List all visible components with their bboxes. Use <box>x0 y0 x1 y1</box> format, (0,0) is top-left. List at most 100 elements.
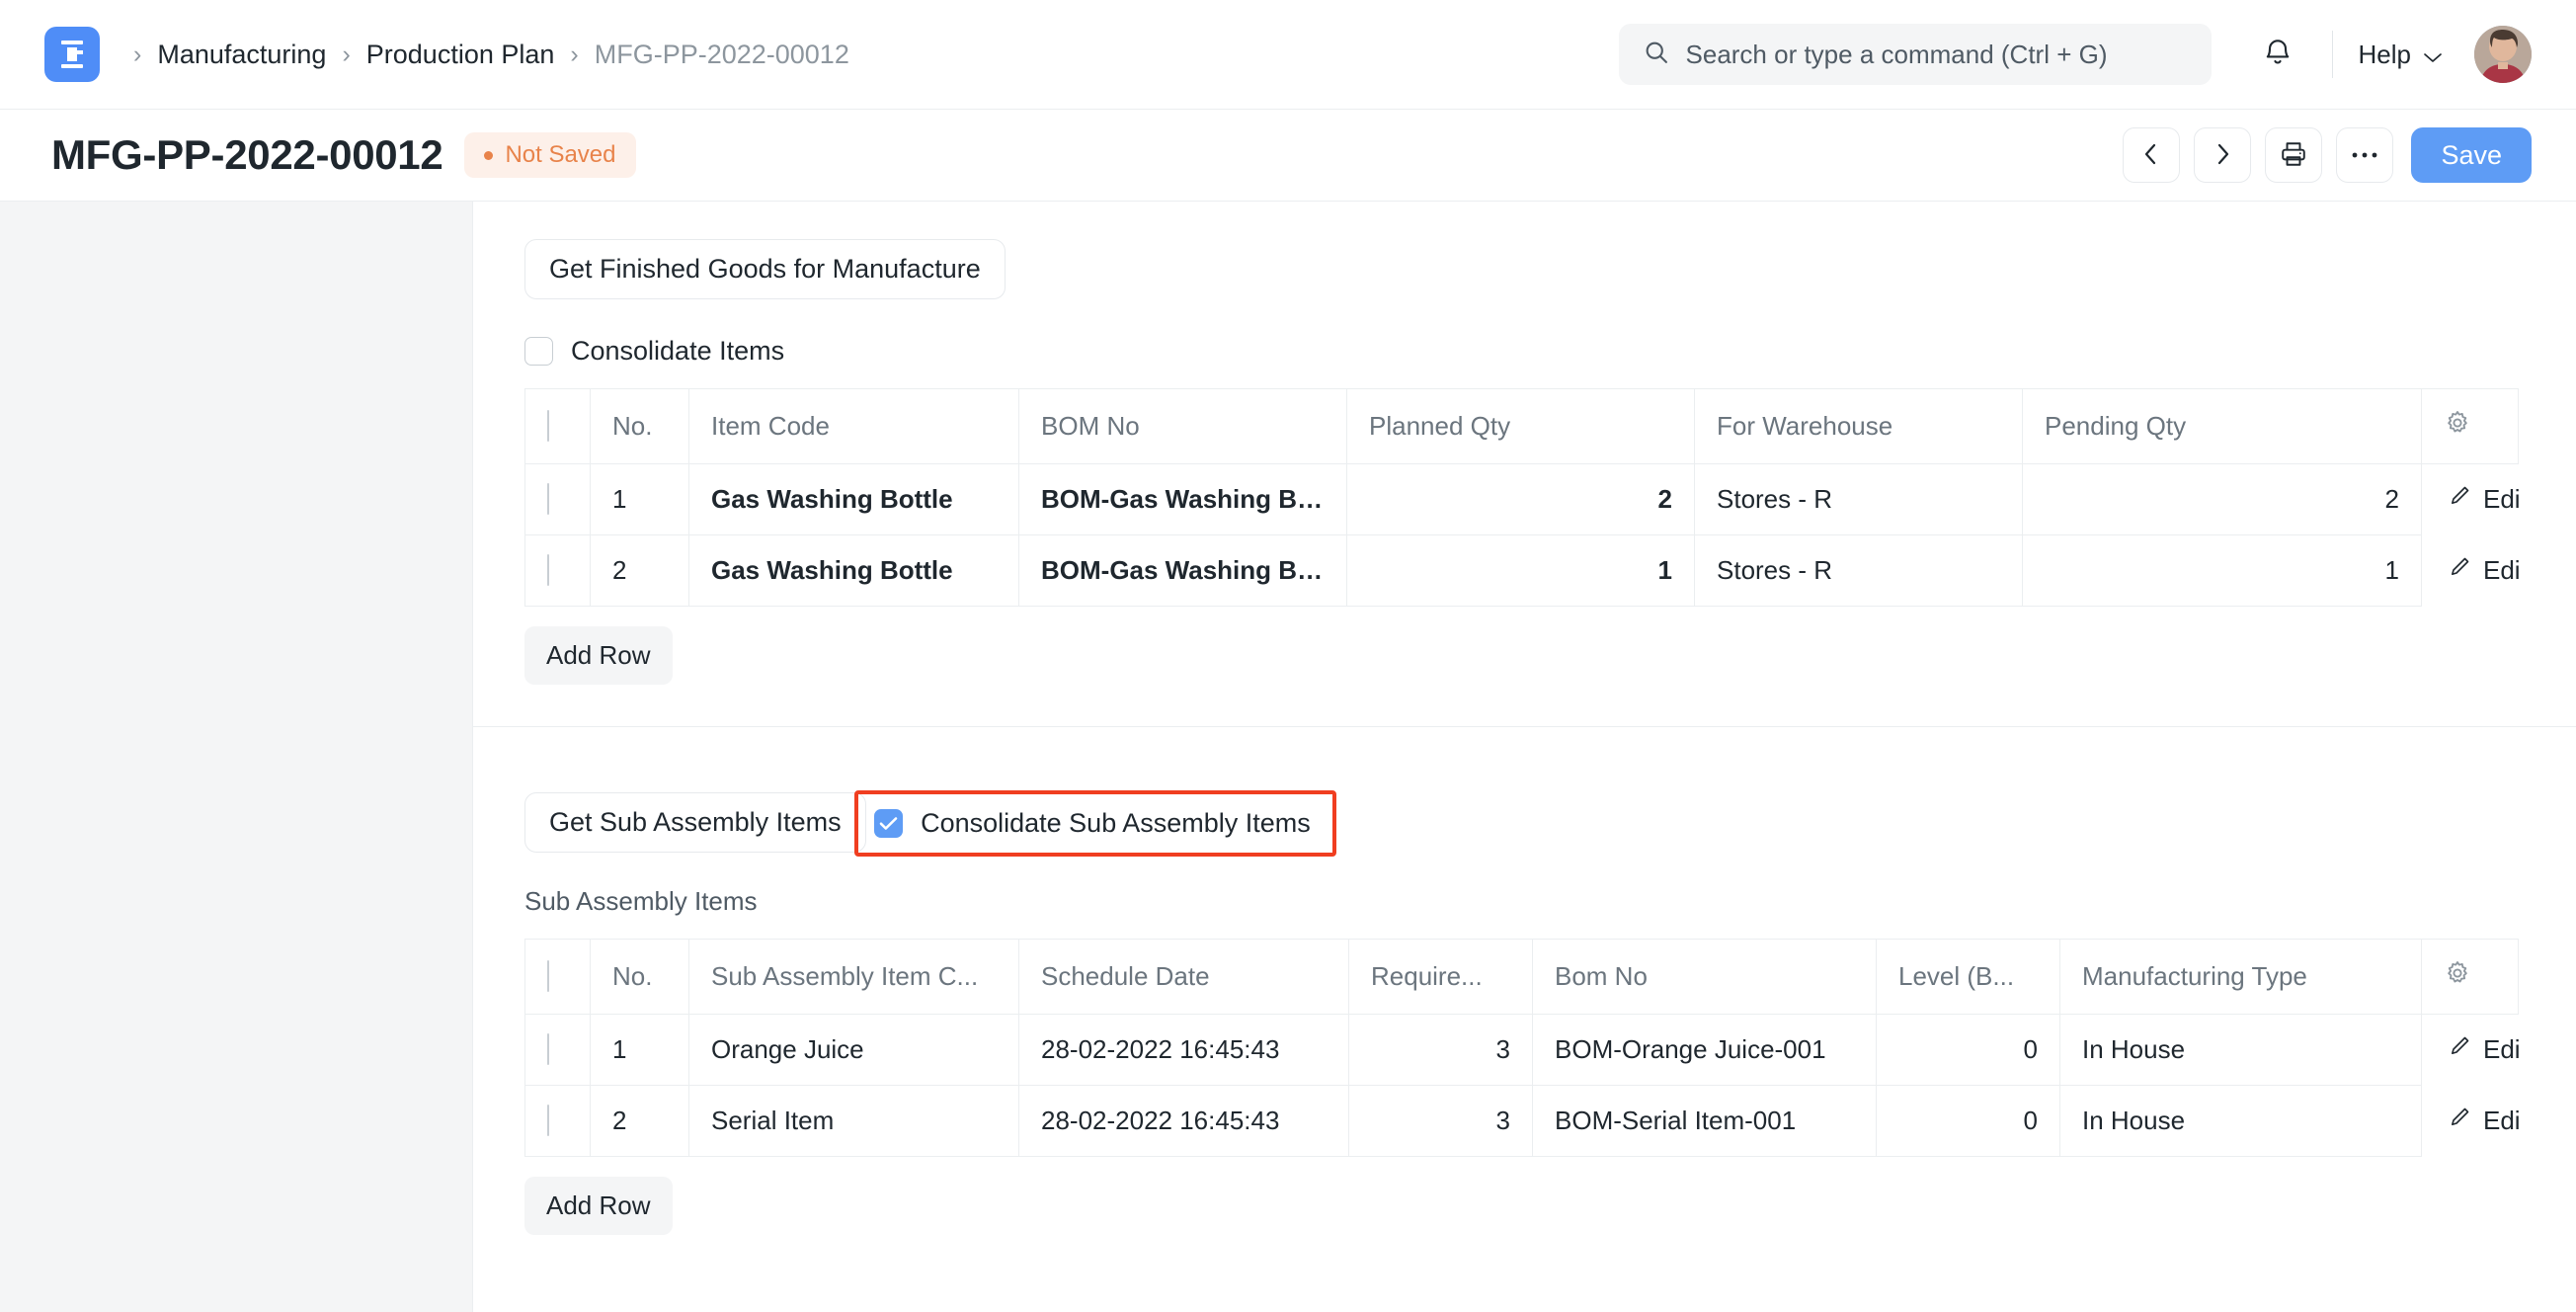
grid-settings-button[interactable] <box>2422 940 2519 1015</box>
select-all-header[interactable] <box>525 389 591 464</box>
status-dot-icon <box>484 151 493 160</box>
consolidate-items-checkbox[interactable] <box>524 337 553 366</box>
column-header-sub-assembly-item-code[interactable]: Sub Assembly Item C... <box>689 940 1019 1015</box>
edit-row-button[interactable]: Edit <box>2448 1106 2519 1136</box>
pencil-icon <box>2448 1034 2471 1065</box>
print-button[interactable] <box>2265 127 2322 183</box>
table-row[interactable]: 1 Gas Washing Bottle BOM-Gas Washing Bot… <box>525 464 2519 535</box>
edit-label: Edit <box>2483 555 2519 586</box>
notifications-button[interactable] <box>2249 26 2306 83</box>
chevron-down-icon <box>2423 40 2443 70</box>
search-input[interactable]: Search or type a command (Ctrl + G) <box>1619 24 2212 85</box>
cell-pending-qty[interactable]: 2 <box>2023 464 2422 535</box>
status-badge: Not Saved <box>464 132 635 178</box>
column-header-manufacturing-type[interactable]: Manufacturing Type <box>2060 940 2422 1015</box>
po-items-grid: No. Item Code BOM No Planned Qty For War… <box>524 388 2518 685</box>
app-logo[interactable] <box>44 27 100 82</box>
consolidate-sub-assembly-label: Consolidate Sub Assembly Items <box>921 808 1311 839</box>
column-header-for-warehouse[interactable]: For Warehouse <box>1695 389 2023 464</box>
table-row[interactable]: 2 Gas Washing Bottle BOM-Gas Washing Bot… <box>525 535 2519 607</box>
next-document-button[interactable] <box>2194 127 2251 183</box>
pencil-icon <box>2448 555 2471 586</box>
edit-row-button[interactable]: Edit <box>2448 484 2519 515</box>
cell-required-qty[interactable]: 3 <box>1349 1015 1533 1086</box>
row-select-cell[interactable] <box>525 1086 591 1157</box>
row-select-cell[interactable] <box>525 535 591 607</box>
breadcrumb-item-manufacturing[interactable]: Manufacturing <box>157 40 326 70</box>
table-row[interactable]: 2 Serial Item 28-02-2022 16:45:43 3 BOM-… <box>525 1086 2519 1157</box>
cell-bom-no[interactable]: BOM-Gas Washing Bot... <box>1019 464 1347 535</box>
add-row-button[interactable]: Add Row <box>524 1177 673 1235</box>
consolidate-items-checkbox-row[interactable]: Consolidate Items <box>524 336 2485 367</box>
consolidate-items-label: Consolidate Items <box>571 336 784 367</box>
cell-no: 1 <box>591 464 689 535</box>
consolidate-sub-assembly-checkbox-row[interactable]: Consolidate Sub Assembly Items <box>874 808 1311 839</box>
edit-label: Edit <box>2483 1106 2519 1136</box>
cell-level[interactable]: 0 <box>1877 1086 2060 1157</box>
cell-schedule-date[interactable]: 28-02-2022 16:45:43 <box>1019 1086 1349 1157</box>
row-checkbox[interactable] <box>547 483 549 515</box>
previous-document-button[interactable] <box>2123 127 2180 183</box>
bell-icon <box>2263 37 2293 73</box>
column-header-required-qty[interactable]: Require... <box>1349 940 1533 1015</box>
cell-item-code[interactable]: Gas Washing Bottle <box>689 535 1019 607</box>
cell-schedule-date[interactable]: 28-02-2022 16:45:43 <box>1019 1015 1349 1086</box>
column-header-bom-no[interactable]: BOM No <box>1019 389 1347 464</box>
row-select-cell[interactable] <box>525 1015 591 1086</box>
row-edit-cell[interactable]: Edit <box>2422 464 2519 535</box>
column-header-schedule-date[interactable]: Schedule Date <box>1019 940 1349 1015</box>
select-all-checkbox[interactable] <box>547 960 549 992</box>
items-section: Get Finished Goods for Manufacture Conso… <box>473 202 2576 726</box>
edit-row-button[interactable]: Edit <box>2448 1034 2519 1065</box>
cell-for-warehouse[interactable]: Stores - R <box>1695 464 2023 535</box>
column-header-planned-qty[interactable]: Planned Qty <box>1347 389 1695 464</box>
cell-planned-qty[interactable]: 1 <box>1347 535 1695 607</box>
table-row[interactable]: 1 Orange Juice 28-02-2022 16:45:43 3 BOM… <box>525 1015 2519 1086</box>
get-finished-goods-button[interactable]: Get Finished Goods for Manufacture <box>524 239 1006 299</box>
add-row-button[interactable]: Add Row <box>524 626 673 685</box>
breadcrumb-separator-1: › <box>342 42 350 67</box>
select-all-checkbox[interactable] <box>547 410 549 442</box>
cell-pending-qty[interactable]: 1 <box>2023 535 2422 607</box>
row-checkbox[interactable] <box>547 1033 549 1065</box>
consolidate-sub-assembly-highlight: Consolidate Sub Assembly Items <box>854 790 1336 857</box>
cell-sub-assembly-item-code[interactable]: Orange Juice <box>689 1015 1019 1086</box>
cell-level[interactable]: 0 <box>1877 1015 2060 1086</box>
column-header-bom-no[interactable]: Bom No <box>1533 940 1877 1015</box>
column-header-item-code[interactable]: Item Code <box>689 389 1019 464</box>
cell-planned-qty[interactable]: 2 <box>1347 464 1695 535</box>
sub-assembly-items-table: No. Sub Assembly Item C... Schedule Date… <box>524 939 2519 1157</box>
more-options-button[interactable] <box>2336 127 2393 183</box>
cell-manufacturing-type[interactable]: In House <box>2060 1015 2422 1086</box>
cell-bom-no[interactable]: BOM-Orange Juice-001 <box>1533 1015 1877 1086</box>
table-header-row: No. Item Code BOM No Planned Qty For War… <box>525 389 2519 464</box>
cell-sub-assembly-item-code[interactable]: Serial Item <box>689 1086 1019 1157</box>
row-select-cell[interactable] <box>525 464 591 535</box>
row-edit-cell[interactable]: Edit <box>2422 535 2519 607</box>
help-menu-button[interactable]: Help <box>2359 40 2443 70</box>
row-checkbox[interactable] <box>547 554 549 586</box>
breadcrumb-item-production-plan[interactable]: Production Plan <box>366 40 555 70</box>
column-header-no[interactable]: No. <box>591 389 689 464</box>
cell-for-warehouse[interactable]: Stores - R <box>1695 535 2023 607</box>
column-header-pending-qty[interactable]: Pending Qty <box>2023 389 2422 464</box>
cell-required-qty[interactable]: 3 <box>1349 1086 1533 1157</box>
cell-item-code[interactable]: Gas Washing Bottle <box>689 464 1019 535</box>
get-sub-assembly-items-button[interactable]: Get Sub Assembly Items <box>524 792 866 853</box>
grid-settings-button[interactable] <box>2422 389 2519 464</box>
cell-bom-no[interactable]: BOM-Gas Washing Bot... <box>1019 535 1347 607</box>
edit-row-button[interactable]: Edit <box>2448 555 2519 586</box>
avatar[interactable] <box>2474 26 2532 83</box>
consolidate-sub-assembly-checkbox[interactable] <box>874 809 903 838</box>
row-checkbox[interactable] <box>547 1105 549 1136</box>
row-edit-cell[interactable]: Edit <box>2422 1015 2519 1086</box>
cell-bom-no[interactable]: BOM-Serial Item-001 <box>1533 1086 1877 1157</box>
column-header-level[interactable]: Level (B... <box>1877 940 2060 1015</box>
gear-icon <box>2444 413 2471 443</box>
column-header-no[interactable]: No. <box>591 940 689 1015</box>
save-button[interactable]: Save <box>2411 127 2532 183</box>
select-all-header[interactable] <box>525 940 591 1015</box>
cell-manufacturing-type[interactable]: In House <box>2060 1086 2422 1157</box>
ellipsis-icon <box>2350 148 2379 163</box>
row-edit-cell[interactable]: Edit <box>2422 1086 2519 1157</box>
